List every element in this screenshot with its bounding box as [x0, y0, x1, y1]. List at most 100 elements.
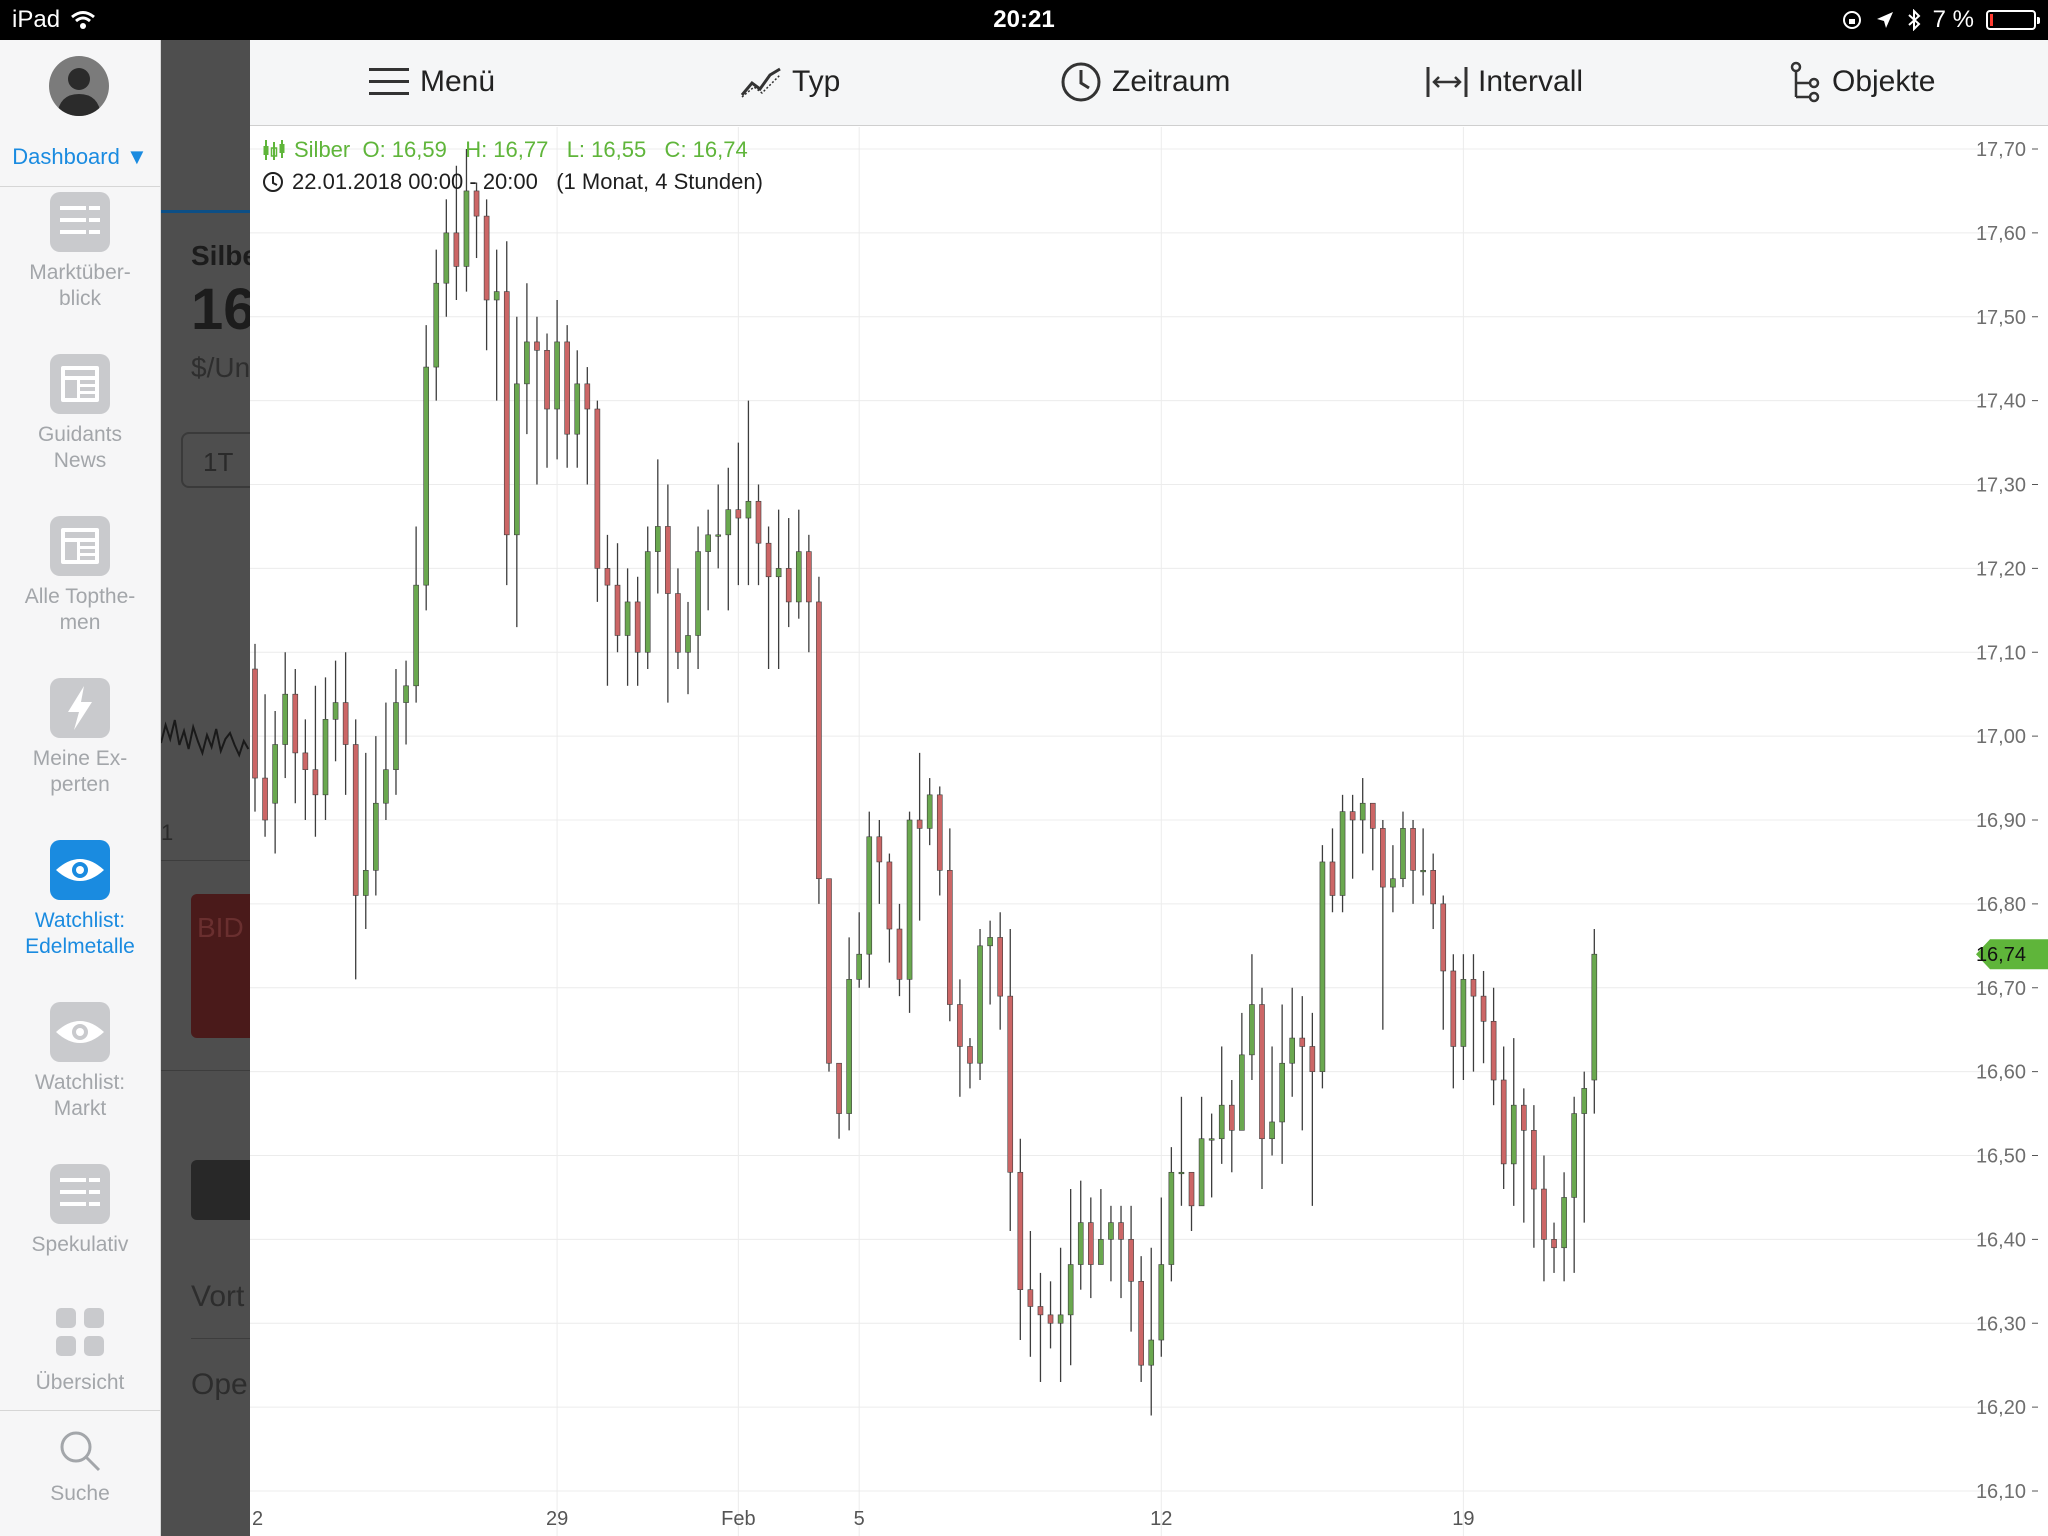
- bid-label: BID: [197, 912, 244, 943]
- battery-percent: 7 %: [1932, 6, 1974, 33]
- instrument-price: 16: [191, 277, 250, 342]
- candles-icon: [263, 140, 285, 160]
- range-legend: 22.01.2018 00:00 - 20:00 (1 Monat, 4 Stu…: [262, 169, 763, 195]
- sidebar-item-8[interactable]: Übersicht: [0, 1302, 160, 1396]
- sidebar-item-label: Spekulativ: [31, 1233, 129, 1256]
- candle-body: [685, 635, 691, 653]
- x-tick-label: 19: [1452, 1508, 1474, 1530]
- clock-icon: [1061, 62, 1101, 102]
- sidebar-item-label: blick: [58, 287, 101, 310]
- list-icon: [50, 192, 110, 252]
- candle-body: [1450, 970, 1457, 1047]
- instrument-unit: $/Un: [191, 352, 250, 383]
- candle-body: [987, 937, 993, 947]
- period-button[interactable]: Zeitraum: [1060, 62, 1230, 102]
- interval-button[interactable]: Intervall: [1426, 62, 1583, 102]
- avatar[interactable]: [49, 56, 109, 116]
- sidebar-item-label: Watchlist:: [34, 1071, 126, 1094]
- wifi-icon: [71, 11, 95, 29]
- y-tick-label: 17,40: [1976, 391, 2026, 413]
- x-tick-label: 12: [1150, 1508, 1172, 1530]
- candle-body: [725, 509, 732, 536]
- candlestick-chart[interactable]: 16,10 16,20 16,30 16,40 16,50 16,60 16,70 16,80…: [250, 127, 2048, 1536]
- sidebar-item-1[interactable]: Marktüber-blick: [0, 192, 160, 312]
- sidebar-item-6[interactable]: Watchlist: Markt: [0, 1002, 160, 1122]
- sidebar-item-5[interactable]: Watchlist: Edelmetalle: [0, 840, 160, 960]
- y-tick-label: 17,50: [1976, 307, 2026, 329]
- chart-canvas[interactable]: 16,10 16,20 16,30 16,40 16,50 16,60 16,70 16,80…: [250, 127, 2048, 1536]
- clock-icon: [263, 172, 283, 192]
- candle-body: [1460, 979, 1467, 1047]
- candle-body: [493, 291, 500, 301]
- y-tick-label: 16,40: [1976, 1229, 2026, 1251]
- search-label: Suche: [50, 1482, 110, 1505]
- sidebar-item-7[interactable]: Spekulativ: [0, 1164, 160, 1258]
- candle-body: [1098, 1239, 1104, 1265]
- candle-body: [957, 1004, 963, 1047]
- sidebar-item-label: Meine Ex-: [32, 747, 128, 770]
- objects-button[interactable]: Objekte: [1788, 61, 1935, 103]
- candle-body: [1077, 1222, 1084, 1265]
- sidebar-item-2[interactable]: Guidants News: [0, 354, 160, 474]
- candle-body: [272, 744, 278, 804]
- sidebar-item-4[interactable]: Meine Ex-perten: [0, 678, 160, 798]
- range-button: 1T: [181, 432, 250, 488]
- x-tick-label: 5: [854, 1508, 865, 1530]
- menu-button[interactable]: Menü: [368, 62, 495, 102]
- candle-body: [896, 928, 903, 980]
- candle-body: [1017, 1171, 1024, 1291]
- sidebar-divider: [0, 1410, 160, 1411]
- y-tick-label: 17,60: [1976, 223, 2026, 245]
- candle-body: [1118, 1222, 1124, 1240]
- candle-body: [695, 551, 701, 636]
- candle-body: [997, 937, 1003, 997]
- objects-tree-icon: [1790, 61, 1820, 103]
- candle-body: [1158, 1264, 1165, 1341]
- news-icon: [50, 354, 110, 414]
- candle-body: [846, 979, 852, 1114]
- candle-body: [534, 341, 540, 351]
- sidebar-item-label: News: [53, 449, 107, 472]
- candle-body: [936, 794, 943, 871]
- eye-icon: [50, 840, 110, 900]
- candle-body: [1299, 1037, 1306, 1047]
- candle-body: [886, 861, 893, 930]
- candle-body: [1259, 1004, 1265, 1140]
- line-chart-icon: [740, 67, 781, 98]
- sidebar-item-3[interactable]: Alle Topthe-men: [0, 516, 160, 636]
- candle-body: [977, 945, 983, 1064]
- sidebar-item-label: Marktüber-: [29, 261, 131, 284]
- panel-divider: [161, 1070, 250, 1071]
- x-tick-label: 29: [546, 1508, 568, 1530]
- candle-body: [483, 215, 490, 301]
- candle-body: [675, 593, 681, 653]
- candle-body: [1430, 870, 1436, 905]
- candle-body: [1027, 1289, 1034, 1307]
- ohlc-text: Silber O: 16,59 H: 16,77 L: 16,55 C: 16,…: [294, 137, 748, 162]
- dashboard-dropdown[interactable]: Dashboard ▼: [0, 144, 160, 170]
- y-tick-label: 16,90: [1976, 810, 2026, 832]
- candle-body: [453, 232, 460, 267]
- last-price-label: 16,74: [1976, 944, 2026, 966]
- candle-body: [1128, 1239, 1134, 1282]
- candle-body: [654, 526, 661, 552]
- panel-divider: [161, 210, 250, 213]
- eye-icon: [50, 1002, 110, 1062]
- instrument-title: Silbe: [191, 240, 250, 271]
- last-price-marker: 16,74: [1976, 939, 2048, 970]
- candle-body: [1541, 1188, 1547, 1240]
- candle-body: [745, 500, 752, 519]
- search-button[interactable]: Suche: [0, 1426, 160, 1506]
- candle-body: [362, 870, 369, 896]
- candle-body: [775, 568, 782, 578]
- news-icon: [50, 516, 110, 576]
- candle-body: [1369, 802, 1376, 829]
- x-tick-label: 2: [252, 1508, 263, 1530]
- y-tick-label: 16,50: [1976, 1146, 2026, 1168]
- candle-body: [594, 408, 601, 569]
- candle-body: [876, 836, 883, 863]
- type-button[interactable]: Typ: [740, 62, 840, 102]
- candle-body: [252, 668, 258, 779]
- candle-body: [644, 551, 651, 653]
- mini-sparkline: [161, 719, 250, 758]
